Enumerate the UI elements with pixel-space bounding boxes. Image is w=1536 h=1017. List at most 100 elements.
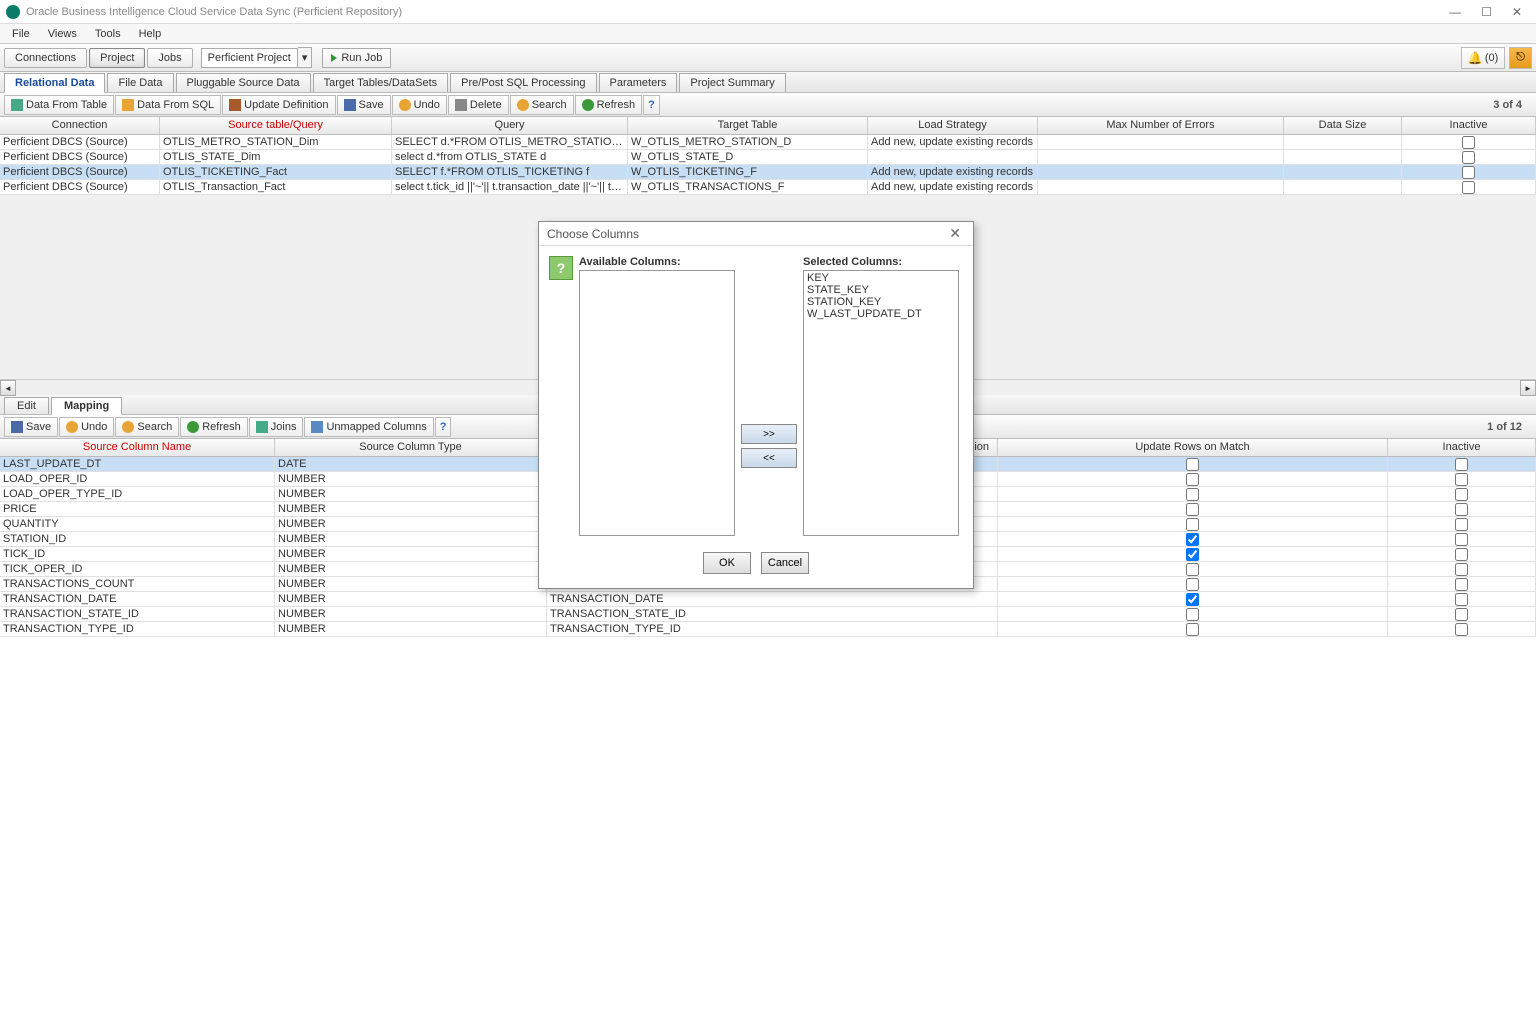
scroll-left-icon[interactable]: ◄	[0, 380, 16, 396]
inactive-checkbox[interactable]	[1462, 151, 1475, 164]
col-inactive[interactable]: Inactive	[1402, 117, 1536, 134]
inactive-checkbox[interactable]	[1455, 608, 1468, 621]
unmapped-columns-button[interactable]: Unmapped Columns	[304, 417, 433, 437]
close-icon[interactable]: ✕	[1512, 5, 1522, 19]
subtab-prepost-sql[interactable]: Pre/Post SQL Processing	[450, 73, 596, 92]
run-job-button[interactable]: Run Job	[322, 48, 391, 68]
lower-undo-button[interactable]: Undo	[59, 417, 114, 437]
col-source-table[interactable]: Source table/Query	[160, 117, 392, 134]
update-checkbox[interactable]	[1186, 473, 1199, 486]
cancel-button[interactable]: Cancel	[761, 552, 809, 574]
subtab-target-tables[interactable]: Target Tables/DataSets	[313, 73, 449, 92]
table-row[interactable]: TRANSACTION_STATE_ID NUMBER TRANSACTION_…	[0, 607, 1536, 622]
notifications-button[interactable]: 🔔 (0)	[1461, 47, 1505, 69]
joins-button[interactable]: Joins	[249, 417, 304, 437]
update-checkbox[interactable]	[1186, 608, 1199, 621]
inactive-checkbox[interactable]	[1455, 593, 1468, 606]
data-from-table-button[interactable]: Data From Table	[4, 95, 114, 115]
menu-tools[interactable]: Tools	[87, 26, 129, 42]
tab-edit[interactable]: Edit	[4, 397, 49, 414]
tab-project[interactable]: Project	[89, 48, 145, 68]
dropdown-icon[interactable]: ▾	[298, 47, 313, 68]
list-item[interactable]: STATE_KEY	[805, 284, 957, 296]
inactive-checkbox[interactable]	[1455, 473, 1468, 486]
subtab-file-data[interactable]: File Data	[107, 73, 173, 92]
save-button[interactable]: Save	[337, 95, 391, 115]
subtab-pluggable[interactable]: Pluggable Source Data	[176, 73, 311, 92]
col-connection[interactable]: Connection	[0, 117, 160, 134]
remove-column-button[interactable]: <<	[741, 448, 797, 468]
list-item[interactable]: STATION_KEY	[805, 296, 957, 308]
table-row[interactable]: Perficient DBCS (Source) OTLIS_STATE_Dim…	[0, 150, 1536, 165]
project-combo[interactable]: Perficient Project ▾	[201, 47, 313, 68]
update-checkbox[interactable]	[1186, 533, 1199, 546]
subtab-project-summary[interactable]: Project Summary	[679, 73, 785, 92]
list-item[interactable]: W_LAST_UPDATE_DT	[805, 308, 957, 320]
inactive-checkbox[interactable]	[1455, 488, 1468, 501]
inactive-checkbox[interactable]	[1455, 548, 1468, 561]
subtab-parameters[interactable]: Parameters	[599, 73, 678, 92]
selected-columns-list[interactable]: KEYSTATE_KEYSTATION_KEYW_LAST_UPDATE_DT	[803, 270, 959, 536]
undo-button[interactable]: Undo	[392, 95, 447, 115]
tab-mapping[interactable]: Mapping	[51, 397, 122, 415]
inactive-checkbox[interactable]	[1455, 533, 1468, 546]
dialog-close-icon[interactable]: ✕	[945, 225, 965, 242]
search-button[interactable]: Search	[510, 95, 574, 115]
inactive-checkbox[interactable]	[1462, 136, 1475, 149]
menu-views[interactable]: Views	[40, 26, 85, 42]
col-target-table[interactable]: Target Table	[628, 117, 868, 134]
inactive-checkbox[interactable]	[1455, 623, 1468, 636]
tab-connections[interactable]: Connections	[4, 48, 87, 68]
update-checkbox[interactable]	[1186, 563, 1199, 576]
inactive-checkbox[interactable]	[1462, 166, 1475, 179]
lower-help-button[interactable]: ?	[435, 417, 452, 437]
lower-save-button[interactable]: Save	[4, 417, 58, 437]
table-row[interactable]: Perficient DBCS (Source) OTLIS_TICKETING…	[0, 165, 1536, 180]
update-checkbox[interactable]	[1186, 593, 1199, 606]
col-load-strategy[interactable]: Load Strategy	[868, 117, 1038, 134]
update-checkbox[interactable]	[1186, 518, 1199, 531]
scroll-right-icon[interactable]: ►	[1520, 380, 1536, 396]
col-src-col-type[interactable]: Source Column Type	[275, 439, 547, 456]
table-row[interactable]: TRANSACTION_TYPE_ID NUMBER TRANSACTION_T…	[0, 622, 1536, 637]
delete-button[interactable]: Delete	[448, 95, 509, 115]
help-button[interactable]: ?	[643, 95, 660, 115]
table-row[interactable]: TRANSACTION_DATE NUMBER TRANSACTION_DATE	[0, 592, 1536, 607]
table-row[interactable]: Perficient DBCS (Source) OTLIS_METRO_STA…	[0, 135, 1536, 150]
menu-help[interactable]: Help	[131, 26, 170, 42]
maximize-icon[interactable]: ☐	[1481, 5, 1492, 19]
dialog-help-icon[interactable]: ?	[549, 256, 573, 280]
inactive-checkbox[interactable]	[1455, 458, 1468, 471]
inactive-checkbox[interactable]	[1455, 503, 1468, 516]
lower-search-button[interactable]: Search	[115, 417, 179, 437]
update-checkbox[interactable]	[1186, 548, 1199, 561]
inactive-checkbox[interactable]	[1462, 181, 1475, 194]
list-item[interactable]: KEY	[805, 272, 957, 284]
refresh-button[interactable]: Refresh	[575, 95, 643, 115]
update-definition-button[interactable]: Update Definition	[222, 95, 335, 115]
table-row[interactable]: Perficient DBCS (Source) OTLIS_Transacti…	[0, 180, 1536, 195]
col-data-size[interactable]: Data Size	[1284, 117, 1402, 134]
col-update-rows[interactable]: Update Rows on Match	[998, 439, 1388, 456]
inactive-checkbox[interactable]	[1455, 563, 1468, 576]
data-from-sql-button[interactable]: Data From SQL	[115, 95, 221, 115]
ok-button[interactable]: OK	[703, 552, 751, 574]
col-query[interactable]: Query	[392, 117, 628, 134]
col-lower-inactive[interactable]: Inactive	[1388, 439, 1536, 456]
inactive-checkbox[interactable]	[1455, 578, 1468, 591]
update-checkbox[interactable]	[1186, 458, 1199, 471]
lower-refresh-button[interactable]: Refresh	[180, 417, 248, 437]
update-checkbox[interactable]	[1186, 488, 1199, 501]
update-checkbox[interactable]	[1186, 623, 1199, 636]
subtab-relational-data[interactable]: Relational Data	[4, 73, 105, 93]
update-checkbox[interactable]	[1186, 503, 1199, 516]
available-columns-list[interactable]	[579, 270, 735, 536]
inactive-checkbox[interactable]	[1455, 518, 1468, 531]
add-column-button[interactable]: >>	[741, 424, 797, 444]
col-max-errors[interactable]: Max Number of Errors	[1038, 117, 1284, 134]
logout-button[interactable]: ⎋	[1509, 47, 1532, 69]
update-checkbox[interactable]	[1186, 578, 1199, 591]
col-src-col-name[interactable]: Source Column Name	[0, 439, 275, 456]
menu-file[interactable]: File	[4, 26, 38, 42]
tab-jobs[interactable]: Jobs	[147, 48, 192, 68]
